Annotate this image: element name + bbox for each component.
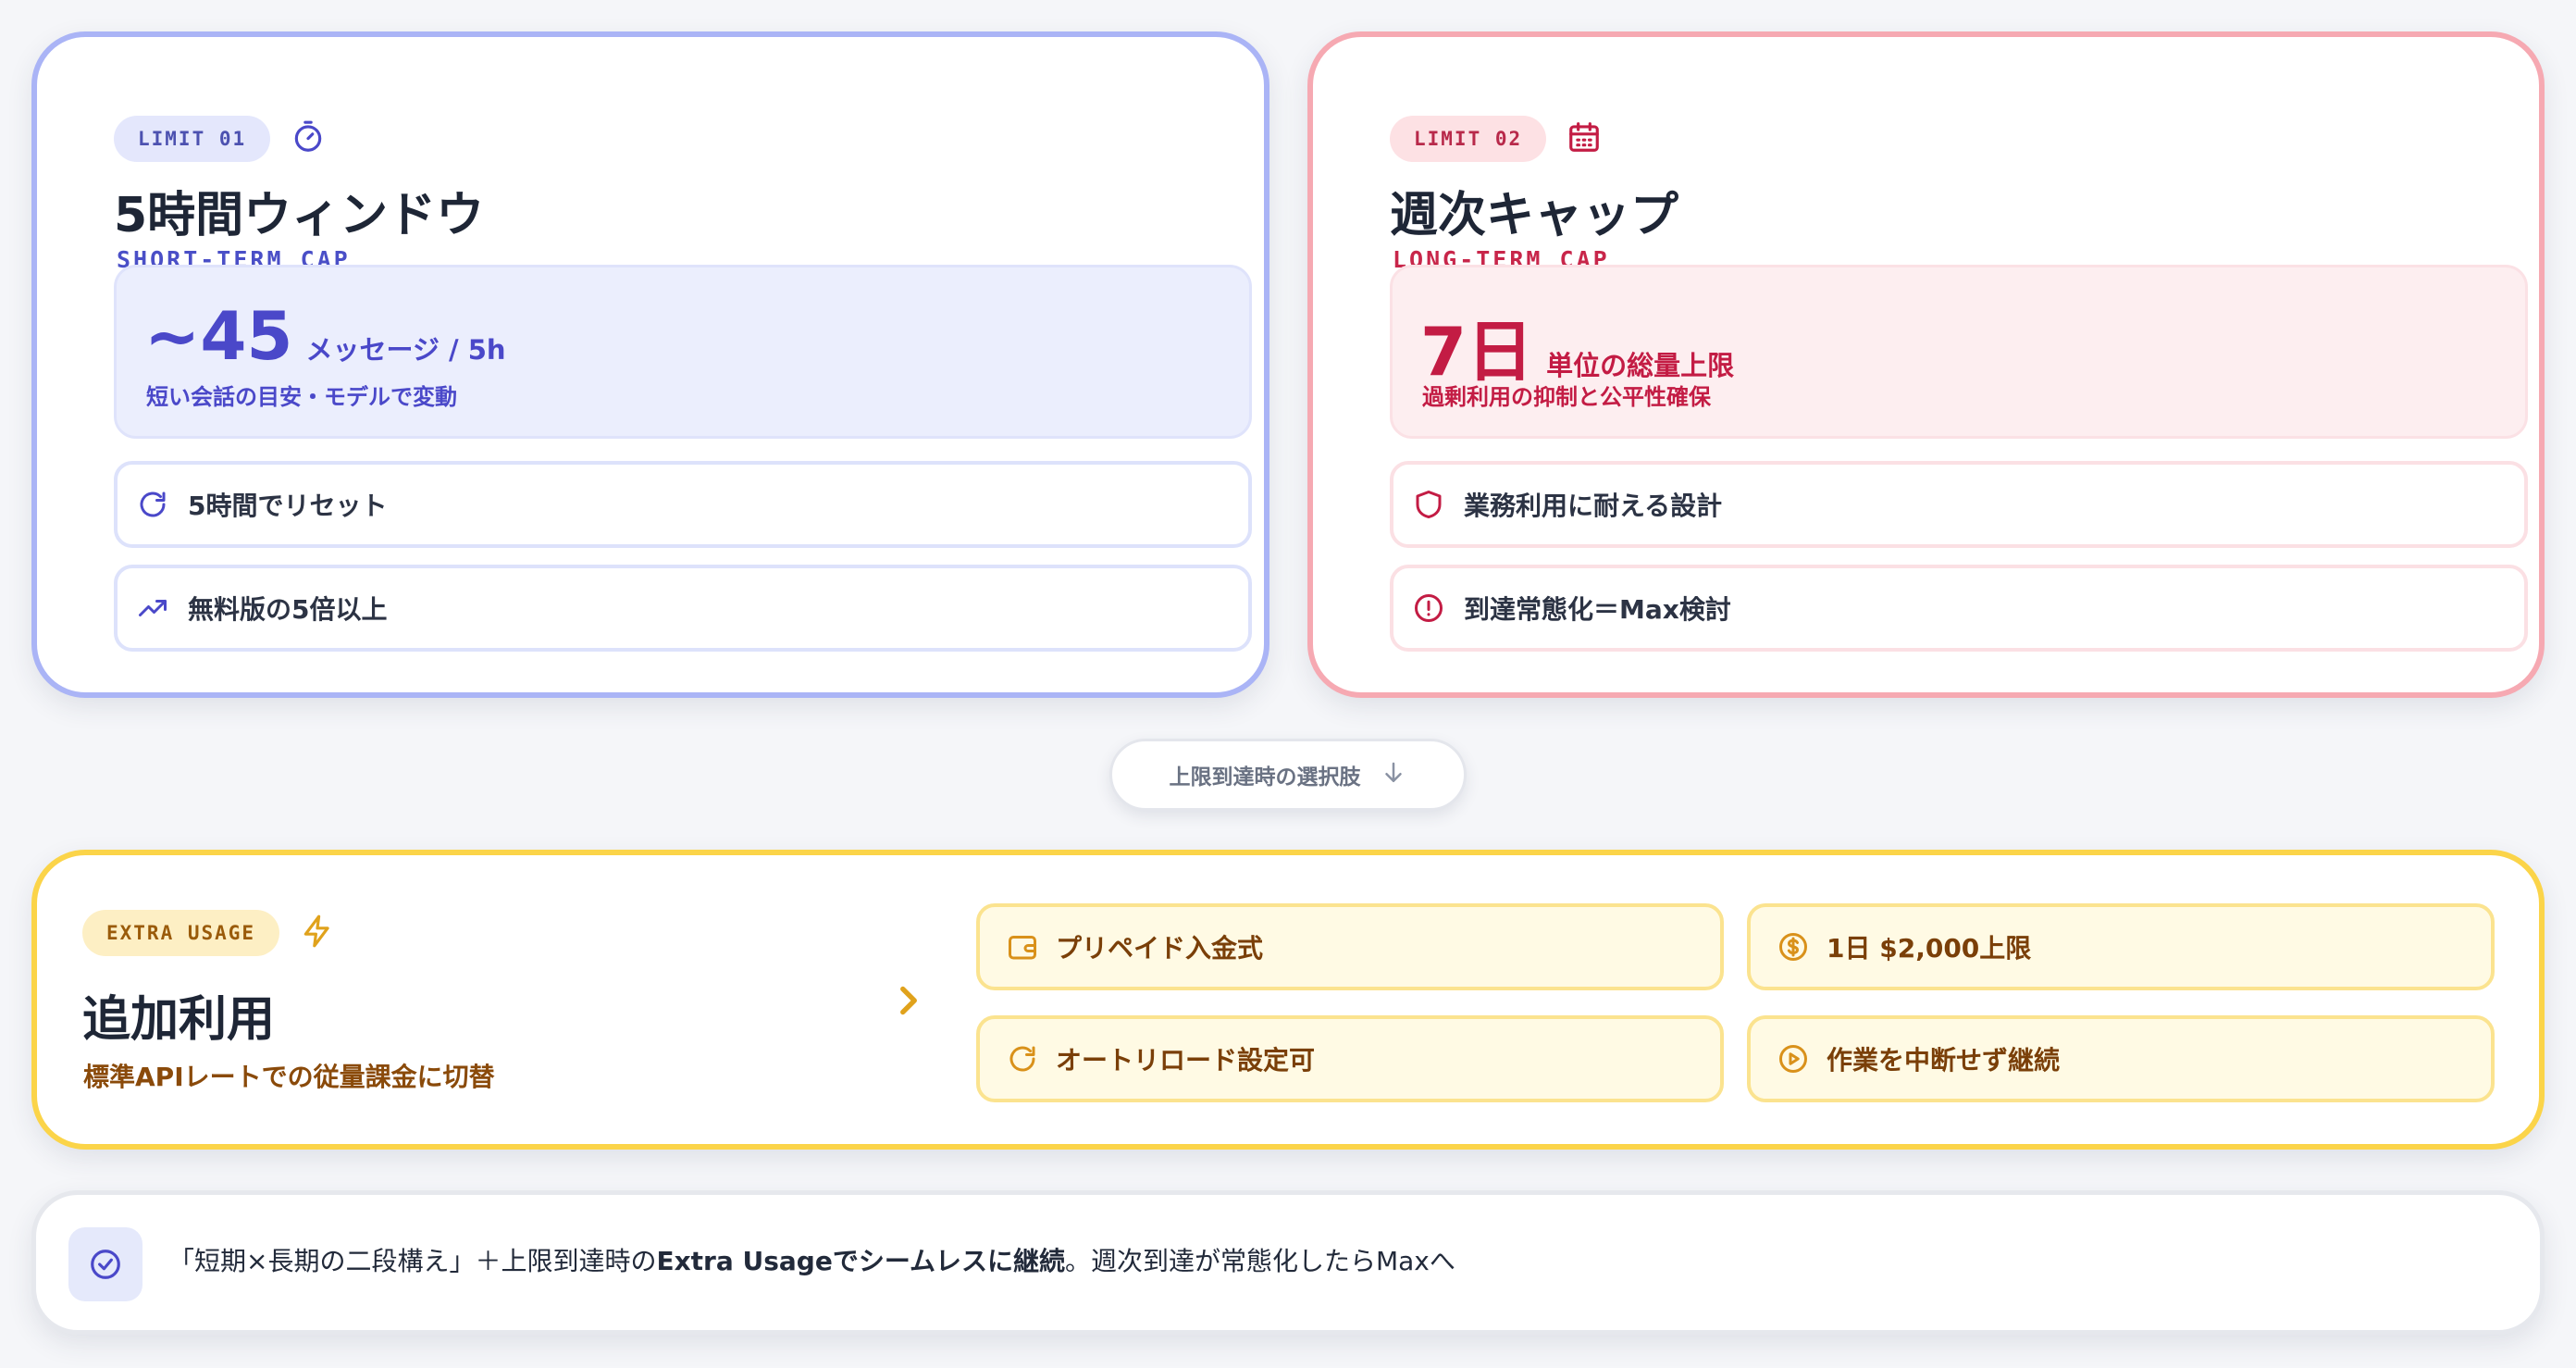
chevron-right-icon <box>890 977 927 1027</box>
summary-part-1: 「短期×長期の二段構え」＋上限到達時の <box>168 1246 657 1276</box>
option-label: プリペイド入金式 <box>1056 933 1264 964</box>
feature-item: 到達常態化＝Max検討 <box>1390 565 2528 652</box>
option-label: オートリロード設定可 <box>1056 1045 1316 1076</box>
summary-part-3: 。週次到達が常態化したらMaxへ <box>1064 1246 1455 1276</box>
calendar-icon <box>1567 119 1602 158</box>
check-circle-icon <box>68 1227 142 1301</box>
feature-item: 5時間でリセット <box>114 461 1252 548</box>
stat-note: 短い会話の目安・モデルで変動 <box>146 384 457 410</box>
limit-tag: LIMIT 02 <box>1390 116 1547 162</box>
extra-option: プリペイド入金式 <box>976 903 1724 990</box>
stopwatch-icon <box>291 119 326 158</box>
arrow-down-icon <box>1380 759 1407 790</box>
extra-tag: EXTRA USAGE <box>82 910 280 956</box>
play-circle-icon <box>1775 1040 1812 1077</box>
limit-tag: LIMIT 01 <box>114 116 271 162</box>
extra-option: 1日 $2,000上限 <box>1747 903 2495 990</box>
feature-label: 5時間でリセット <box>188 491 388 521</box>
extra-description: 標準APIレートでの従量課金に切替 <box>83 1062 495 1092</box>
card-title: 週次キャップ <box>1390 188 1679 243</box>
connector-label: 上限到達時の選択肢 <box>1169 765 1361 790</box>
stat-unit: 単位の総量上限 <box>1546 350 1735 381</box>
feature-item: 無料版の5倍以上 <box>114 565 1252 652</box>
short-term-limit-card: LIMIT 01 5時間ウィンドウ SHORT-TERM CAP ~45 メッセ… <box>31 31 1269 698</box>
feature-label: 無料版の5倍以上 <box>188 594 388 625</box>
stat-unit: メッセージ / 5h <box>305 334 506 366</box>
options-connector: 上限到達時の選択肢 <box>1109 739 1467 811</box>
lightning-icon <box>300 914 335 952</box>
extra-option: 作業を中断せず継続 <box>1747 1015 2495 1102</box>
long-term-limit-card: LIMIT 02 週次キャップ LONG-TERM CAP 7日 単位の総量上限… <box>1307 31 2545 698</box>
extra-option: オートリロード設定可 <box>976 1015 1724 1102</box>
shield-icon <box>1410 486 1447 523</box>
refresh-icon <box>1004 1040 1041 1077</box>
feature-item: 業務利用に耐える設計 <box>1390 461 2528 548</box>
summary-part-2: Extra Usageでシームレスに継続 <box>656 1246 1065 1276</box>
feature-label: 到達常態化＝Max検討 <box>1464 594 1731 625</box>
card-title: 5時間ウィンドウ <box>114 188 485 243</box>
feature-label: 業務利用に耐える設計 <box>1464 491 1723 521</box>
alert-circle-icon <box>1410 590 1447 627</box>
option-label: 1日 $2,000上限 <box>1827 933 2032 964</box>
summary-banner: 「短期×長期の二段構え」＋上限到達時のExtra Usageでシームレスに継続。… <box>31 1190 2545 1335</box>
stat-box: 7日 単位の総量上限 過剰利用の抑制と公平性確保 <box>1390 265 2528 439</box>
trending-up-icon <box>134 590 171 627</box>
extra-usage-card: EXTRA USAGE 追加利用 標準APIレートでの従量課金に切替 プリペイド… <box>31 850 2545 1150</box>
card-title: 追加利用 <box>82 992 276 1048</box>
wallet-icon <box>1004 928 1041 965</box>
refresh-icon <box>134 486 171 523</box>
summary-text: 「短期×長期の二段構え」＋上限到達時のExtra Usageでシームレスに継続。… <box>168 1241 1455 1278</box>
stat-note: 過剰利用の抑制と公平性確保 <box>1422 384 1711 410</box>
option-label: 作業を中断せず継続 <box>1827 1045 2061 1076</box>
dollar-circle-icon <box>1775 928 1812 965</box>
stat-value: ~45 <box>144 297 293 375</box>
stat-box: ~45 メッセージ / 5h 短い会話の目安・モデルで変動 <box>114 265 1252 439</box>
